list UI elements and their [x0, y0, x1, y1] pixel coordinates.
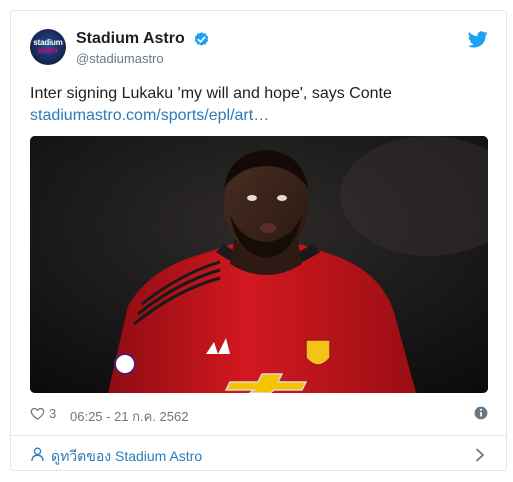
tweet-header: stadium astro Stadium Astro @stadiumastr… — [30, 29, 488, 69]
verified-badge-icon — [194, 32, 209, 46]
account-handle[interactable]: @stadiumastro — [76, 51, 164, 66]
right-eye — [277, 195, 287, 201]
mouth — [260, 223, 276, 233]
person-icon — [31, 447, 44, 462]
chevron-right-icon — [476, 448, 484, 462]
club-crest — [305, 339, 331, 366]
tweet-meta: 3 06:25 - 21 ก.ค. 2562 — [30, 405, 488, 425]
media-photo — [30, 136, 488, 393]
view-profile-tweets-link[interactable]: ดูทวีตของ Stadium Astro — [11, 435, 506, 471]
info-icon[interactable] — [474, 406, 488, 420]
footer-label: ดูทวีตของ Stadium Astro — [51, 448, 203, 464]
tweet-timestamp[interactable]: 06:25 - 21 ก.ค. 2562 — [70, 406, 188, 427]
twitter-bird-icon[interactable] — [468, 31, 488, 48]
tweet-link[interactable]: stadiumastro.com/sports/epl/art… — [30, 105, 490, 127]
sleeve-badge — [114, 353, 136, 375]
heart-icon[interactable] — [30, 406, 45, 421]
avatar[interactable]: stadium astro — [30, 29, 66, 65]
display-name[interactable]: Stadium Astro — [76, 30, 185, 48]
tweet-body: Inter signing Lukaku 'my will and hope',… — [30, 83, 490, 127]
tweet-media[interactable] — [30, 136, 488, 393]
like-count[interactable]: 3 — [49, 406, 56, 421]
embedded-tweet-card: stadium astro Stadium Astro @stadiumastr… — [10, 10, 507, 471]
avatar-logo-text-bottom: astro — [38, 46, 58, 55]
left-eye — [247, 195, 257, 201]
tweet-text: Inter signing Lukaku 'my will and hope',… — [30, 85, 392, 102]
